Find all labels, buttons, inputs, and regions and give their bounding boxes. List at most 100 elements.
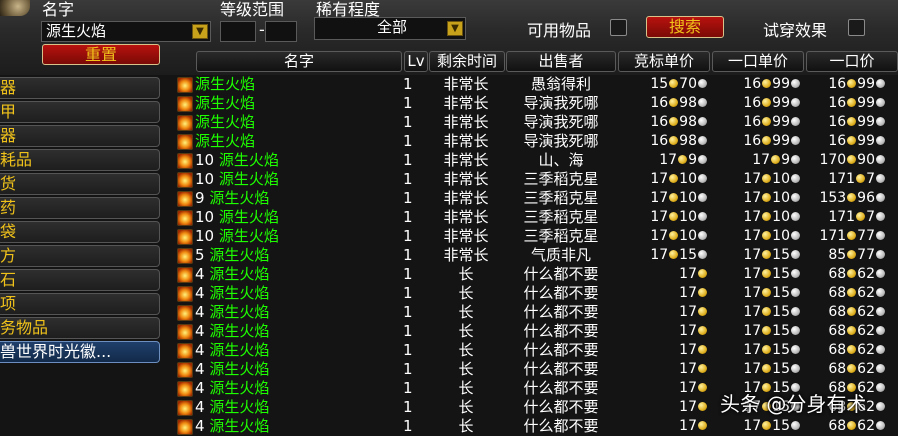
name-search-input[interactable]: 源生火焰 ▼ — [41, 21, 211, 42]
item-name-cell[interactable]: 4 源生火焰 — [195, 303, 269, 322]
seller-name: 导演我死哪 — [523, 113, 599, 131]
auction-row[interactable]: 10 源生火焰 1 非常长 三季稻克星 17 10 17 10 171 77 — [0, 227, 898, 246]
item-name-cell[interactable]: 10 源生火焰 — [195, 208, 279, 227]
bid-unit-price: 17 — [620, 360, 708, 379]
rarity-dropdown[interactable]: 全部 ▼ — [314, 17, 466, 40]
gold-coin-icon — [847, 288, 857, 297]
silver-coin-icon — [791, 269, 800, 278]
auction-row[interactable]: 源生火焰 1 非常长 导演我死哪 16 98 16 99 16 99 — [0, 113, 898, 132]
auction-row[interactable]: 10 源生火焰 1 非常长 三季稻克星 17 10 17 10 171 7 — [0, 208, 898, 227]
item-name: 源生火焰 — [218, 227, 279, 245]
column-header-name[interactable]: 名字 — [196, 51, 402, 72]
stack-quantity: 4 — [195, 265, 205, 283]
usable-items-checkbox[interactable] — [610, 19, 627, 36]
primal-fire-item-icon[interactable] — [177, 286, 193, 302]
buyout-price: 68 62 — [808, 360, 886, 379]
gold-coin-icon — [847, 117, 857, 126]
primal-fire-item-icon[interactable] — [177, 115, 193, 131]
auction-row[interactable]: 10 源生火焰 1 非常长 三季稻克星 17 10 17 10 171 7 — [0, 170, 898, 189]
primal-fire-item-icon[interactable] — [177, 77, 193, 93]
auction-row[interactable]: 4 源生火焰 1 长什么都不要 17 17 15 68 62 — [0, 341, 898, 360]
gold-amount: 16 — [828, 114, 847, 130]
column-header-time-left[interactable]: 剩余时间 — [429, 51, 505, 72]
item-name-cell[interactable]: 10 源生火焰 — [195, 170, 279, 189]
primal-fire-item-icon[interactable] — [177, 419, 193, 435]
bid-unit-price: 17 — [620, 322, 708, 341]
gold-amount: 68 — [828, 342, 847, 358]
gold-amount: 16 — [650, 114, 669, 130]
auction-row[interactable]: 源生火焰 1 非常长 导演我死哪 16 98 16 99 16 99 — [0, 132, 898, 151]
item-name-cell[interactable]: 4 源生火焰 — [195, 360, 269, 379]
silver-coin-icon — [791, 174, 800, 183]
silver-amount: 10 — [679, 228, 697, 244]
primal-fire-item-icon[interactable] — [177, 400, 193, 416]
auction-row[interactable]: 9 源生火焰 1 非常长 三季稻克星 17 10 17 10 153 96 — [0, 189, 898, 208]
item-name-cell[interactable]: 10 源生火焰 — [195, 151, 279, 170]
item-name-cell[interactable]: 4 源生火焰 — [195, 322, 269, 341]
primal-fire-item-icon[interactable] — [177, 210, 193, 226]
item-name: 源生火焰 — [209, 189, 270, 207]
item-level: 1 — [403, 113, 413, 131]
auction-row[interactable]: 10 源生火焰 1 非常长 山、海 17 9 17 9 170 90 — [0, 151, 898, 170]
silver-amount: 9 — [688, 152, 697, 168]
primal-fire-item-icon[interactable] — [177, 343, 193, 359]
auction-row[interactable]: 4 源生火焰 1 长什么都不要 17 17 15 68 62 — [0, 265, 898, 284]
item-name-cell[interactable]: 4 源生火焰 — [195, 379, 269, 398]
try-on-checkbox[interactable] — [848, 19, 865, 36]
item-name-cell[interactable]: 10 源生火焰 — [195, 227, 279, 246]
search-button[interactable]: 搜索 — [646, 16, 724, 38]
primal-fire-item-icon[interactable] — [177, 362, 193, 378]
chevron-down-icon[interactable]: ▼ — [447, 21, 463, 36]
auction-row[interactable]: 5 源生火焰 1 非常长 气质非凡 17 15 17 15 85 77 — [0, 246, 898, 265]
primal-fire-item-icon[interactable] — [177, 305, 193, 321]
reset-button[interactable]: 重置 — [42, 44, 160, 65]
column-header-buyout[interactable]: 一口价 — [806, 51, 898, 72]
chevron-down-icon[interactable]: ▼ — [192, 24, 208, 39]
item-name-cell[interactable]: 5 源生火焰 — [195, 246, 269, 265]
max-level-input[interactable] — [265, 21, 297, 42]
primal-fire-item-icon[interactable] — [177, 153, 193, 169]
silver-coin-icon — [791, 98, 800, 107]
primal-fire-item-icon[interactable] — [177, 134, 193, 150]
item-name-cell[interactable]: 4 源生火焰 — [195, 398, 269, 417]
auction-row[interactable]: 源生火焰 1 非常长 导演我死哪 16 98 16 99 16 99 — [0, 94, 898, 113]
auction-row[interactable]: 源生火焰 1 非常长 愚翁得利 15 70 16 99 16 99 — [0, 75, 898, 94]
gold-amount: 153 — [819, 190, 847, 206]
min-level-input[interactable] — [220, 21, 256, 42]
silver-amount: 62 — [857, 323, 875, 339]
primal-fire-item-icon[interactable] — [177, 381, 193, 397]
item-name-cell[interactable]: 源生火焰 — [195, 113, 255, 132]
item-name-cell[interactable]: 源生火焰 — [195, 94, 255, 113]
column-header-buyout-unit[interactable]: 一口单价 — [712, 51, 804, 72]
auction-row[interactable]: 4 源生火焰 1 长什么都不要 17 17 15 68 62 — [0, 417, 898, 436]
primal-fire-item-icon[interactable] — [177, 96, 193, 112]
column-header-level[interactable]: Lv — [404, 51, 428, 72]
primal-fire-item-icon[interactable] — [177, 248, 193, 264]
item-name-cell[interactable]: 4 源生火焰 — [195, 417, 269, 436]
time-left: 非常长 — [443, 189, 489, 207]
item-name-cell[interactable]: 源生火焰 — [195, 132, 255, 151]
auction-row[interactable]: 4 源生火焰 1 长什么都不要 17 17 15 68 62 — [0, 322, 898, 341]
auction-row[interactable]: 4 源生火焰 1 长什么都不要 17 17 15 68 62 — [0, 303, 898, 322]
primal-fire-item-icon[interactable] — [177, 172, 193, 188]
auction-row[interactable]: 4 源生火焰 1 长什么都不要 17 17 15 68 62 — [0, 360, 898, 379]
column-header-bid-unit[interactable]: 竞标单价 — [618, 51, 710, 72]
item-name-cell[interactable]: 4 源生火焰 — [195, 265, 269, 284]
gold-coin-icon — [847, 193, 857, 202]
item-name-cell[interactable]: 4 源生火焰 — [195, 284, 269, 303]
primal-fire-item-icon[interactable] — [177, 267, 193, 283]
gold-coin-icon — [762, 364, 772, 373]
primal-fire-item-icon[interactable] — [177, 191, 193, 207]
item-name-cell[interactable]: 4 源生火焰 — [195, 341, 269, 360]
primal-fire-item-icon[interactable] — [177, 324, 193, 340]
level-range-label: 等级范围 — [220, 0, 285, 19]
silver-coin-icon — [791, 345, 800, 354]
silver-amount: 10 — [772, 171, 790, 187]
buyout-unit-price: 17 9 — [715, 151, 801, 170]
item-name: 源生火焰 — [209, 284, 270, 302]
column-header-seller[interactable]: 出售者 — [506, 51, 616, 72]
item-name-cell[interactable]: 源生火焰 — [195, 75, 255, 94]
item-name-cell[interactable]: 9 源生火焰 — [195, 189, 269, 208]
primal-fire-item-icon[interactable] — [177, 229, 193, 245]
auction-row[interactable]: 4 源生火焰 1 长什么都不要 17 17 15 68 62 — [0, 284, 898, 303]
